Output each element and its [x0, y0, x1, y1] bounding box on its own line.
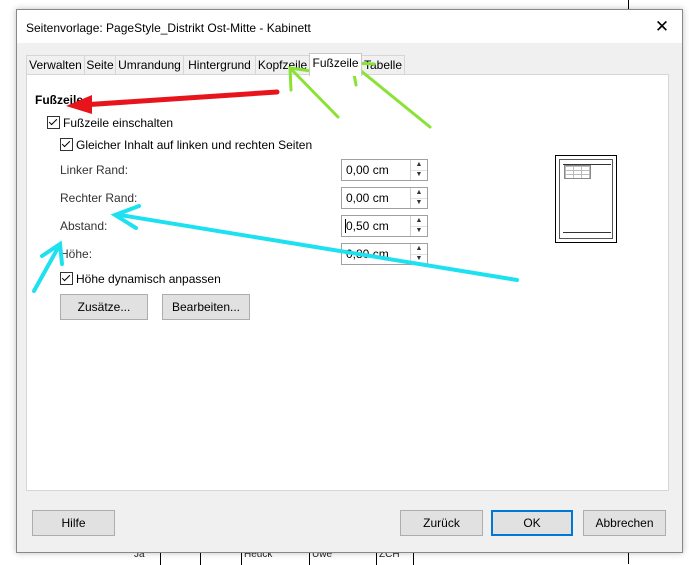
help-button[interactable]: Hilfe: [32, 510, 115, 536]
page-style-dialog: Seitenvorlage: PageStyle_Distrikt Ost-Mi…: [16, 9, 683, 553]
same-content-checkbox[interactable]: [60, 138, 73, 151]
preview-footer-line: [563, 232, 611, 233]
spinner-arrows: ▲ ▼: [410, 216, 427, 236]
section-title: Fußzeile: [35, 93, 84, 107]
edit-button[interactable]: Bearbeiten...: [162, 294, 250, 320]
tab-fusszeile[interactable]: Fußzeile: [309, 53, 362, 76]
ok-button[interactable]: OK: [491, 510, 573, 536]
reset-button[interactable]: Zurück: [400, 510, 483, 536]
footer-tab-panel: Fußzeile Fußzeile einschalten Gleicher I…: [26, 74, 669, 491]
decrease-icon[interactable]: ▼: [411, 198, 427, 208]
spacing-label: Abstand:: [60, 219, 108, 233]
decrease-icon[interactable]: ▼: [411, 254, 427, 264]
spinner-arrows: ▲ ▼: [410, 160, 427, 180]
tab-kopfzeile[interactable]: Kopfzeile: [255, 55, 310, 74]
left-margin-label: Linker Rand:: [60, 163, 129, 177]
tab-verwalten[interactable]: Verwalten: [26, 55, 85, 74]
window-title: Seitenvorlage: PageStyle_Distrikt Ost-Mi…: [26, 21, 311, 35]
tab-umrandung[interactable]: Umrandung: [115, 55, 184, 74]
spinner-arrows: ▲ ▼: [410, 188, 427, 208]
close-icon[interactable]: ✕: [652, 17, 672, 37]
tab-seite[interactable]: Seite: [84, 55, 116, 74]
page-preview-inner: [559, 159, 613, 239]
left-margin-spinner[interactable]: 0,00 cm ▲ ▼: [341, 159, 428, 181]
decrease-icon[interactable]: ▼: [411, 226, 427, 236]
title-bar: Seitenvorlage: PageStyle_Distrikt Ost-Mi…: [17, 10, 682, 43]
page-preview: [555, 155, 617, 243]
preview-table-icon: [564, 165, 591, 179]
height-spinner[interactable]: 0,80 cm ▲ ▼: [341, 243, 428, 265]
height-value: 0,80 cm: [346, 247, 389, 261]
right-margin-spinner[interactable]: 0,00 cm ▲ ▼: [341, 187, 428, 209]
more-options-button[interactable]: Zusätze...: [60, 294, 148, 320]
same-content-label: Gleicher Inhalt auf linken und rechten S…: [76, 138, 313, 152]
left-margin-value: 0,00 cm: [346, 163, 389, 177]
enable-footer-checkbox[interactable]: [47, 116, 60, 129]
right-margin-label: Rechter Rand:: [60, 191, 138, 205]
spacing-spinner[interactable]: 0,50 cm ▲ ▼: [341, 215, 428, 237]
autofit-height-label: Höhe dynamisch anpassen: [76, 272, 221, 286]
enable-footer-label: Fußzeile einschalten: [63, 116, 174, 130]
cancel-button[interactable]: Abbrechen: [583, 510, 666, 536]
tab-hintergrund[interactable]: Hintergrund: [183, 55, 256, 74]
height-label: Höhe:: [60, 247, 93, 261]
tab-tabelle[interactable]: Tabelle: [361, 55, 405, 74]
right-margin-value: 0,00 cm: [346, 191, 389, 205]
autofit-height-checkbox[interactable]: [60, 272, 73, 285]
spinner-arrows: ▲ ▼: [410, 244, 427, 264]
decrease-icon[interactable]: ▼: [411, 170, 427, 180]
spacing-value: 0,50 cm: [346, 219, 389, 233]
